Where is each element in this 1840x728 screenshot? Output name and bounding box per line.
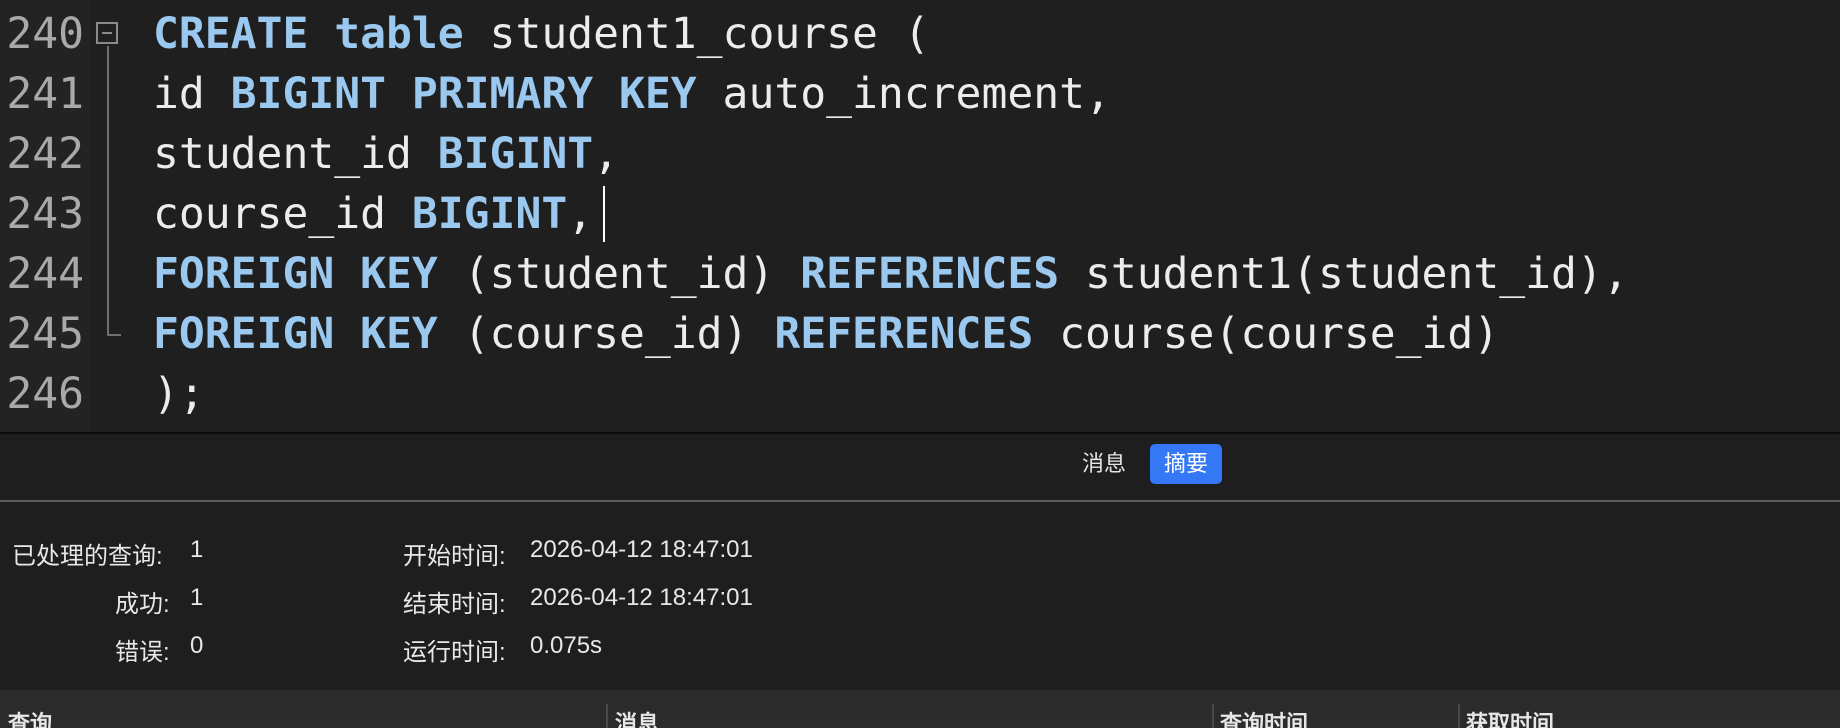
sql-keyword: BIGINT PRIMARY KEY	[230, 69, 697, 119]
code-text[interactable]: CREATE table student1_course (	[153, 4, 930, 64]
sql-text: (student_id)	[437, 249, 801, 299]
sql-editor[interactable]: 240 CREATE table student1_course ( 241 id B…	[0, 0, 1840, 432]
processed-queries-value: 1	[190, 536, 204, 563]
sql-keyword: CREATE table	[153, 9, 464, 59]
sql-text: student_id	[153, 129, 438, 179]
sql-text: ,	[567, 189, 594, 239]
column-header-query[interactable]: 查询	[8, 706, 52, 728]
sql-keyword: REFERENCES	[774, 309, 1034, 359]
code-line[interactable]: 246);	[0, 364, 1840, 424]
code-line[interactable]: 241 id BIGINT PRIMARY KEY auto_increment,	[0, 64, 1840, 124]
success-value: 1	[190, 584, 204, 611]
sql-text: student1_course (	[463, 9, 930, 59]
sql-text: course_id	[153, 189, 412, 239]
line-number: 242	[6, 129, 84, 179]
line-number: 246	[6, 369, 84, 419]
code-text[interactable]: course_id BIGINT,	[153, 184, 593, 244]
run-time-value: 0.075s	[530, 632, 603, 659]
tab-messages[interactable]: 消息	[1068, 444, 1140, 484]
column-header-query-time[interactable]: 查询时间	[1220, 706, 1308, 728]
column-header-fetch-time[interactable]: 获取时间	[1466, 706, 1554, 728]
sql-text: student1(student_id),	[1059, 249, 1629, 299]
sql-keyword: REFERENCES	[800, 249, 1060, 299]
success-label: 成功:	[115, 591, 170, 618]
start-time-value: 2026-04-12 18:47:01	[530, 536, 753, 563]
code-text[interactable]: FOREIGN KEY (student_id) REFERENCES stud…	[153, 244, 1629, 304]
sql-text: auto_increment,	[696, 69, 1111, 119]
column-resize-handle[interactable]	[1458, 704, 1460, 728]
sql-text: ,	[593, 129, 620, 179]
sql-text: );	[153, 369, 205, 419]
code-line[interactable]: 245 FOREIGN KEY (course_id) REFERENCES co…	[0, 304, 1840, 364]
results-table-header: 查询 消息 查询时间 获取时间	[0, 690, 1840, 728]
processed-queries-label: 已处理的查询:	[12, 543, 163, 570]
column-resize-handle[interactable]	[1212, 704, 1214, 728]
code-line[interactable]: 244 FOREIGN KEY (student_id) REFERENCES s…	[0, 244, 1840, 304]
column-header-message[interactable]: 消息	[615, 706, 659, 728]
code-text[interactable]: student_id BIGINT,	[153, 124, 619, 184]
tab-summary[interactable]: 摘要	[1150, 444, 1223, 484]
line-number: 243	[6, 189, 84, 239]
code-line[interactable]: 243 course_id BIGINT,	[0, 184, 1840, 244]
result-tab-bar: 消息 摘要	[0, 434, 1840, 500]
sql-text: (course_id)	[437, 309, 775, 359]
line-number: 240	[6, 9, 84, 59]
line-number: 245	[6, 309, 84, 359]
end-time-value: 2026-04-12 18:47:01	[530, 584, 753, 611]
sql-keyword: BIGINT	[411, 189, 568, 239]
code-text[interactable]: FOREIGN KEY (course_id) REFERENCES cours…	[153, 304, 1499, 364]
sql-text: course(course_id)	[1033, 309, 1500, 359]
line-number: 241	[6, 69, 84, 119]
line-number: 244	[6, 249, 84, 299]
summary-panel: 已处理的查询: 1 成功: 1 错误: 0 开始时间: 2026-04-12 1…	[0, 502, 1840, 690]
column-resize-handle[interactable]	[606, 704, 608, 728]
sql-keyword: BIGINT	[437, 129, 594, 179]
start-time-label: 开始时间:	[403, 543, 506, 570]
text-cursor	[603, 186, 605, 242]
sql-keyword: FOREIGN KEY	[153, 309, 438, 359]
code-line[interactable]: 240 CREATE table student1_course (	[0, 4, 1840, 64]
code-text[interactable]: id BIGINT PRIMARY KEY auto_increment,	[153, 64, 1111, 124]
sql-text: id	[153, 69, 231, 119]
end-time-label: 结束时间:	[403, 591, 506, 618]
sql-keyword: FOREIGN KEY	[153, 249, 438, 299]
error-label: 错误:	[115, 639, 170, 666]
run-time-label: 运行时间:	[403, 639, 506, 666]
error-value: 0	[190, 632, 204, 659]
code-line[interactable]: 242 student_id BIGINT,	[0, 124, 1840, 184]
code-text[interactable]: );	[153, 364, 205, 424]
